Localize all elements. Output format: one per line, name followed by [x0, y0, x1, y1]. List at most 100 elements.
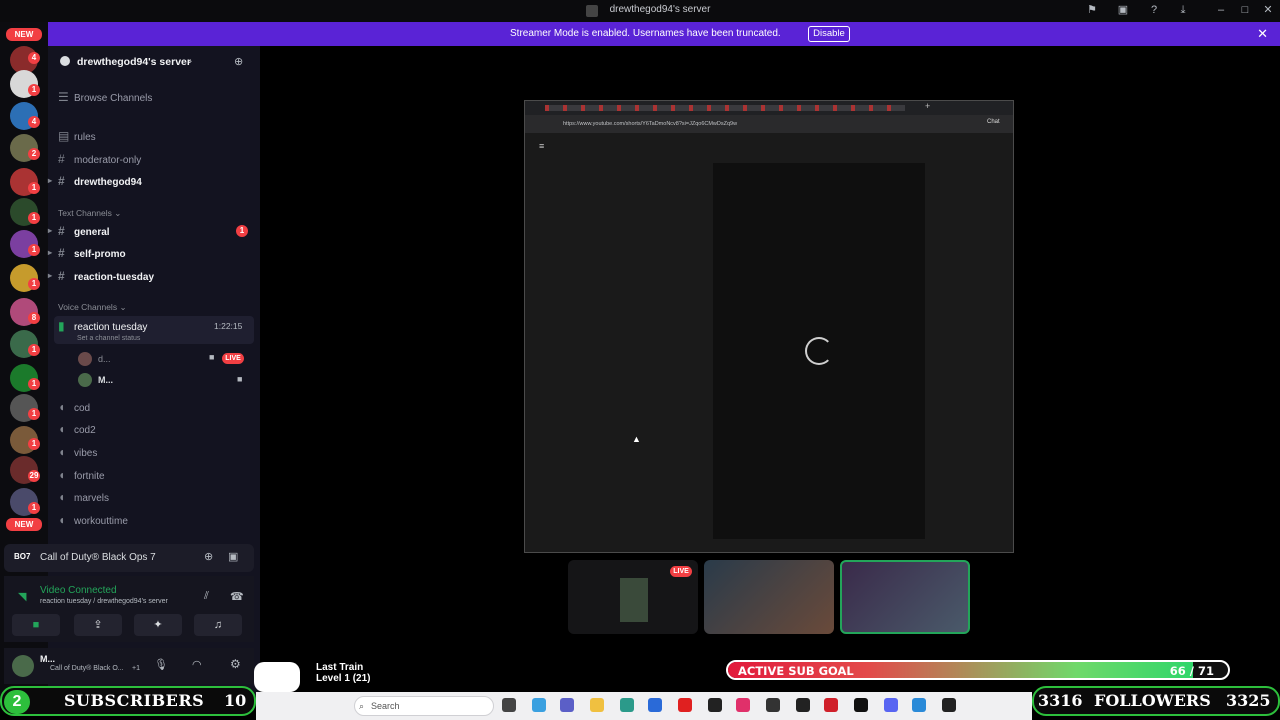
subs-label: SUBSCRIBERS [64, 691, 205, 710]
server-badge: 1 [28, 182, 40, 194]
capcut-icon[interactable] [854, 698, 868, 712]
mention-badge: 1 [236, 225, 248, 237]
discord-icon[interactable] [884, 698, 898, 712]
channel-self-promo[interactable]: ▸ # self-promo [48, 243, 254, 263]
disconnect-icon[interactable]: ☎ [230, 590, 244, 603]
activity-extra: +1 [132, 665, 140, 672]
voice-user[interactable]: d... [98, 354, 111, 364]
edge-icon[interactable] [620, 698, 634, 712]
server-badge: 8 [28, 312, 40, 324]
copilot-icon[interactable] [532, 698, 546, 712]
screen-share-icon[interactable]: ▣ [228, 550, 238, 563]
store-icon[interactable] [648, 698, 662, 712]
game-logo-icon: BO7 [14, 552, 31, 561]
soundboard-button[interactable]: ♫ [194, 614, 242, 636]
noise-suppression-icon[interactable]: ⫽ [204, 590, 209, 603]
stream-thumbnail[interactable] [704, 560, 834, 634]
rules-icon: ▤ [58, 129, 70, 143]
channel-label: fortnite [74, 471, 105, 482]
chevron-down-icon[interactable]: ⌄ [186, 55, 194, 66]
xbox-icon[interactable] [708, 698, 722, 712]
hash-icon: # [58, 152, 65, 166]
camera-icon: ■ [237, 374, 243, 384]
channel-status[interactable]: Set a channel status [77, 335, 140, 342]
hash-icon: # [58, 269, 65, 283]
voice-channel-fortnite[interactable]: ◖ fortnite [58, 465, 254, 485]
voice-channel-marvels[interactable]: ◖ marvels [58, 487, 254, 507]
category-voice-channels[interactable]: Voice Channels ⌄ [58, 302, 127, 313]
voice-user[interactable]: M... [98, 375, 113, 385]
search-placeholder: Search [371, 701, 400, 711]
tiktok-icon[interactable] [736, 698, 750, 712]
sub-goal-value: 66 / 71 [1169, 664, 1214, 678]
maximize-icon[interactable]: □ [1239, 4, 1251, 16]
channel-label: reaction-tuesday [74, 272, 155, 283]
task-view-icon[interactable] [502, 698, 516, 712]
game-icon[interactable] [942, 698, 956, 712]
browse-channels[interactable]: ☰ Browse Channels [58, 87, 254, 107]
new-badge: NEW [6, 518, 42, 531]
speaker-icon: ◖ [58, 445, 66, 459]
gamepad-icon [254, 662, 300, 692]
gear-icon[interactable]: ⚙ [230, 657, 241, 671]
app-icon[interactable] [912, 698, 926, 712]
stream-thumbnail[interactable]: LIVE [568, 560, 698, 634]
video-player[interactable] [713, 163, 925, 539]
help-icon[interactable]: ? [1148, 4, 1160, 16]
voice-channel-workouttime[interactable]: ◖ workouttime [58, 510, 254, 530]
disable-streamer-mode-button[interactable]: Disable [808, 26, 850, 42]
download-icon[interactable]: ⤓ [1177, 4, 1189, 16]
add-friend-icon[interactable]: ⊕ [204, 550, 213, 563]
taskbar-search[interactable]: ⌕ Search [354, 696, 494, 716]
invite-icon[interactable]: ⊕ [234, 55, 243, 68]
headphones-icon[interactable]: ◠ [192, 658, 202, 671]
channel-moderator-only[interactable]: # moderator-only [58, 149, 254, 169]
channel-reaction-tuesday[interactable]: ▸ # reaction-tuesday [48, 266, 254, 286]
file-explorer-icon[interactable] [590, 698, 604, 712]
opera-icon[interactable] [824, 698, 838, 712]
teams-icon[interactable] [560, 698, 574, 712]
avatar [78, 352, 92, 366]
camera-icon: ■ [209, 352, 215, 362]
youtube-icon[interactable] [678, 698, 692, 712]
new-tab-icon[interactable]: + [925, 101, 930, 111]
stream-button[interactable]: ⇪ [74, 614, 122, 636]
server-badge: 4 [28, 52, 40, 64]
channel-label: self-promo [74, 249, 126, 260]
channel-label: rules [74, 132, 96, 143]
url-field[interactable]: https://www.youtube.com/shorts/Y6TaDmoNc… [563, 118, 853, 130]
voice-channel-cod2[interactable]: ◖ cod2 [58, 419, 254, 439]
microphone-icon[interactable]: 🎙 [154, 658, 168, 671]
inbox-icon[interactable]: ▣ [1117, 4, 1129, 16]
category-label: Text Channels [58, 208, 112, 218]
activities-button[interactable]: ✦ [134, 614, 182, 636]
category-text-channels[interactable]: Text Channels ⌄ [58, 208, 121, 219]
song-title: Last Train [316, 662, 364, 673]
voice-location[interactable]: reaction tuesday / drewthegod94's server [40, 598, 168, 605]
voice-channel-cod[interactable]: ◖ cod [58, 397, 254, 417]
server-badge: 1 [28, 244, 40, 256]
chrome-icon[interactable] [766, 698, 780, 712]
channel-general[interactable]: ▸ # general [48, 221, 254, 241]
menu-icon[interactable]: ≡ [539, 141, 544, 151]
profile-chip[interactable]: Chat [987, 119, 1000, 125]
flag-icon[interactable]: ⚑ [1086, 4, 1098, 16]
voice-channel-vibes[interactable]: ◖ vibes [58, 442, 254, 462]
minimize-icon[interactable]: – [1215, 4, 1227, 16]
hash-icon: # [58, 246, 65, 260]
close-banner-icon[interactable]: ✕ [1257, 26, 1268, 42]
stream-thumbnail[interactable] [840, 560, 970, 634]
voice-panel: ◥ Video Connected reaction tuesday / dre… [4, 576, 254, 642]
channel-label: workouttime [74, 516, 128, 527]
camera-button[interactable]: ■ [12, 614, 60, 636]
game-launcher-icon[interactable] [796, 698, 810, 712]
channel-rules[interactable]: ▤ rules [58, 126, 254, 146]
channel-drewthegod94[interactable]: ▸ # drewthegod94 [48, 171, 254, 191]
avatar[interactable] [12, 655, 34, 677]
voice-status: Video Connected [40, 585, 117, 596]
browser-tab-strip[interactable]: + [525, 101, 1013, 115]
game-activity[interactable]: BO7 Call of Duty® Black Ops 7 ⊕ ▣ [4, 544, 254, 572]
hash-icon: # [58, 174, 65, 188]
close-window-icon[interactable]: ✕ [1262, 4, 1274, 16]
server-name[interactable]: drewthegod94's server [77, 56, 191, 68]
